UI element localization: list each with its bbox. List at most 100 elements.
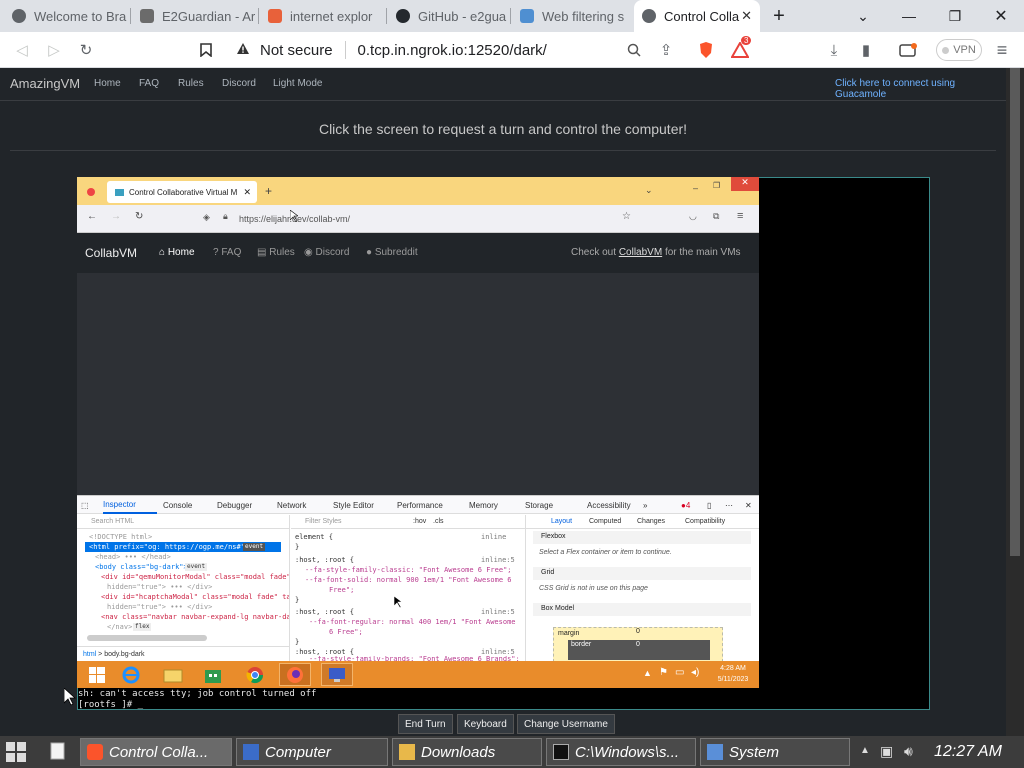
devtools-tab-storage[interactable]: Storage (525, 496, 553, 514)
collabvm-nav-home[interactable]: ⌂ Home (159, 247, 195, 258)
filter-styles-input[interactable]: Filter Styles :hov .cls (291, 515, 527, 529)
devtools-close-icon[interactable]: ✕ (745, 496, 752, 514)
star-icon[interactable]: ☆ (622, 211, 631, 222)
firefox-taskbar-icon[interactable] (279, 663, 311, 686)
firefox-view-icon[interactable] (87, 188, 95, 196)
css-source[interactable]: inline:5 (481, 607, 515, 617)
flag-icon[interactable]: ⚑ (659, 667, 668, 678)
nav-faq[interactable]: FAQ (139, 78, 159, 89)
collabvm-nav-rules[interactable]: ▤ Rules (257, 247, 295, 258)
vm-url-text[interactable]: https://elijahr.dev/collab-vm/ (239, 209, 669, 229)
nav-rules[interactable]: Rules (178, 78, 204, 89)
html-line[interactable]: <div id="hcaptchaModal" class="modal fad… (101, 592, 291, 602)
event-badge[interactable]: event (185, 563, 208, 571)
file-explorer-icon[interactable] (157, 663, 189, 686)
html-line[interactable]: <div id="qemuMonitorModal" class="modal … (101, 572, 291, 582)
vm-desktop[interactable]: Control Collaborative Virtual M ✕ + ⌄ – … (77, 177, 759, 688)
network-icon[interactable]: ▣ (880, 743, 893, 760)
windows-start-icon[interactable] (81, 663, 113, 686)
devtools-tab-network[interactable]: Network (277, 496, 306, 514)
collabvm-nav-subreddit[interactable]: ● Subreddit (366, 247, 418, 258)
html-line[interactable]: <head> ••• </head> (95, 552, 171, 562)
devtools-tab-inspector[interactable]: Inspector (103, 496, 157, 514)
css-line[interactable]: --fa-style-family-classic: "Font Awesome… (305, 565, 512, 575)
error-count[interactable]: ● 4 (681, 496, 690, 514)
minimize-icon[interactable]: – (693, 183, 698, 193)
extensions-icon[interactable]: ⧉ (713, 211, 719, 222)
devtools-menu-icon[interactable]: ⋯ (725, 496, 733, 514)
brave-shields-icon[interactable] (694, 38, 718, 62)
taskbar-item-cmd[interactable]: C:\Windows\s... (546, 738, 696, 766)
tab-compatibility[interactable]: Compatibility (685, 518, 725, 525)
css-source[interactable]: inline (481, 532, 506, 542)
cls-toggle[interactable]: .cls (433, 518, 444, 525)
maximize-button[interactable]: ❐ (932, 0, 978, 32)
address-bar[interactable]: Not secure 0.tcp.in.ngrok.io:12520/dark/ (228, 36, 688, 64)
margin-value[interactable]: 0 (636, 628, 640, 635)
vm-close-button[interactable]: ✕ (731, 177, 759, 191)
zoom-search-icon[interactable] (622, 38, 646, 62)
html-line[interactable]: </nav> (107, 622, 132, 632)
minimize-button[interactable]: — (886, 0, 932, 32)
reload-icon[interactable]: ↻ (135, 211, 143, 222)
taskbar-item-system[interactable]: System (700, 738, 850, 766)
reload-button[interactable]: ↻ (74, 38, 98, 62)
devtools-tab-performance[interactable]: Performance (397, 496, 443, 514)
close-window-button[interactable]: ✕ (978, 0, 1024, 32)
event-badge[interactable]: event (243, 543, 266, 551)
flexbox-section[interactable]: Flexbox (533, 531, 751, 544)
hamburger-icon[interactable]: ≡ (737, 210, 743, 222)
guacamole-link[interactable]: Click here to connect using Guacamole (835, 78, 1006, 100)
close-tab-icon[interactable]: ✕ (741, 8, 752, 24)
tab-computed[interactable]: Computed (589, 518, 621, 525)
vm-firefox-tab[interactable]: Control Collaborative Virtual M ✕ (107, 181, 257, 203)
nav-discord[interactable]: Discord (222, 78, 256, 89)
close-icon[interactable]: ✕ (243, 187, 251, 198)
remote-desktop-icon[interactable] (321, 663, 353, 686)
html-line[interactable]: <body class="bg-dark"> (95, 562, 188, 572)
site-brand[interactable]: AmazingVM (10, 76, 80, 91)
tray-expand-icon[interactable]: ▲ (860, 745, 870, 756)
share-icon[interactable]: ⇪ (654, 38, 678, 62)
collabvm-nav-faq[interactable]: ? FAQ (213, 247, 241, 258)
css-line[interactable]: --fa-font-solid: normal 900 1em/1 "Font … (305, 575, 512, 585)
tracking-shield-icon[interactable]: ◈ (203, 212, 210, 223)
devtools-tab-debugger[interactable]: Debugger (217, 496, 252, 514)
more-tabs-icon[interactable]: » (643, 496, 647, 514)
sidebar-icon[interactable]: ▮ (854, 38, 878, 62)
volume-icon[interactable]: ◂) (691, 667, 699, 678)
tab-changes[interactable]: Changes (637, 518, 665, 525)
hov-toggle[interactable]: :hov (413, 518, 426, 525)
show-desktop-icon[interactable] (50, 742, 66, 763)
network-tray-icon[interactable]: ▭ (675, 667, 684, 678)
search-html-input[interactable]: Search HTML (77, 515, 289, 529)
grid-section[interactable]: Grid (533, 567, 751, 580)
forward-arrow-icon[interactable]: → (111, 211, 121, 222)
menu-icon[interactable]: ≡ (990, 38, 1014, 62)
html-line[interactable]: hidden="true"> ••• </div> (107, 582, 212, 592)
breadcrumb-html[interactable]: html (83, 651, 96, 658)
new-tab-icon[interactable]: + (265, 184, 272, 198)
chevron-down-icon[interactable]: ⌄ (645, 185, 653, 196)
change-username-button[interactable]: Change Username (517, 714, 615, 734)
devtools-tab-style-editor[interactable]: Style Editor (333, 496, 374, 514)
browser-tab-github[interactable]: GitHub - e2gua (388, 0, 508, 32)
chrome-icon[interactable] (239, 663, 271, 686)
responsive-icon[interactable]: ▯ (707, 496, 711, 514)
browser-tab-e2guardian[interactable]: E2Guardian - Ar (132, 0, 256, 32)
brave-rewards-icon[interactable]: 3 (728, 36, 752, 62)
browser-tab-welcome[interactable]: Welcome to Bra (4, 0, 128, 32)
internet-explorer-icon[interactable] (115, 663, 147, 686)
border-value[interactable]: 0 (636, 641, 640, 648)
html-scrollbar[interactable] (87, 635, 207, 641)
pocket-icon[interactable]: ◡ (689, 211, 697, 222)
tab-search-chevron-icon[interactable]: ⌄ (840, 0, 886, 32)
page-scrollbar[interactable] (1006, 68, 1024, 736)
devtools-tab-console[interactable]: Console (163, 496, 192, 514)
taskbar-item-downloads[interactable]: Downloads (392, 738, 542, 766)
css-source[interactable]: inline:5 (481, 555, 515, 565)
new-tab-button[interactable]: + (756, 0, 802, 32)
vm-clock[interactable]: 4:28 AM 5/11/2023 (713, 663, 753, 685)
collabvm-main-link[interactable]: CollabVM (619, 247, 662, 258)
windows-start-button[interactable] (6, 742, 26, 765)
